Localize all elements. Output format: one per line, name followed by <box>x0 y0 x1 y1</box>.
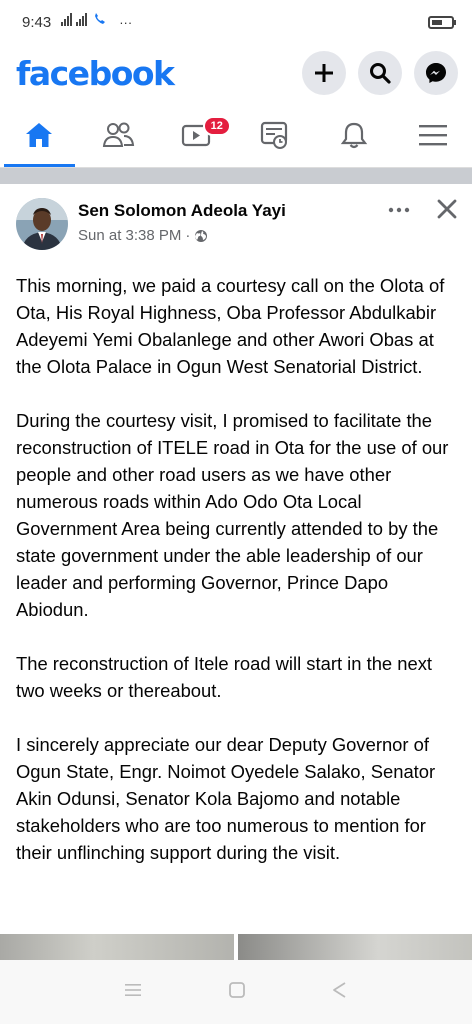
watch-badge: 12 <box>202 116 231 136</box>
news-feed-icon <box>261 121 288 149</box>
hamburger-menu-icon <box>418 124 447 145</box>
post-photos <box>0 934 472 960</box>
post-paragraph: I sincerely appreciate our dear Deputy G… <box>16 734 436 863</box>
author-name[interactable]: Sen Solomon Adeola Yayi <box>78 201 286 221</box>
feed-separator <box>0 168 472 184</box>
bell-icon <box>340 122 368 148</box>
system-nav-bar <box>0 960 472 1024</box>
back-icon[interactable] <box>331 981 349 1004</box>
recents-icon[interactable] <box>123 981 143 1004</box>
home-button-icon[interactable] <box>228 981 246 1004</box>
post-options-icon[interactable] <box>388 198 410 254</box>
plus-icon <box>315 64 333 82</box>
tab-watch[interactable]: 12 <box>157 102 236 167</box>
post-paragraph: During the courtesy visit, I promised to… <box>16 410 449 620</box>
tab-friends[interactable] <box>79 102 158 167</box>
clock: 9:43 <box>22 13 52 31</box>
post-header: Sen Solomon Adeola Yayi Sun at 3:38 PM · <box>16 198 458 254</box>
meta-separator: · <box>185 227 191 244</box>
globe-icon <box>195 229 208 242</box>
status-bar: 9:43 ··· <box>0 0 472 44</box>
author-avatar[interactable] <box>16 198 68 250</box>
facebook-logo[interactable]: facebook <box>16 54 175 93</box>
home-icon <box>26 122 53 147</box>
post-photo[interactable] <box>0 934 234 960</box>
friends-icon <box>102 122 135 147</box>
post-photo[interactable] <box>238 934 472 960</box>
close-icon[interactable] <box>436 198 458 254</box>
post-card: Sen Solomon Adeola Yayi Sun at 3:38 PM ·… <box>0 184 472 934</box>
battery-icon <box>428 15 456 29</box>
status-overflow: ··· <box>119 14 133 30</box>
top-bar: facebook <box>0 44 472 102</box>
create-button[interactable] <box>302 51 346 95</box>
signal-icon <box>59 13 111 31</box>
messenger-button[interactable] <box>414 51 458 95</box>
messenger-icon <box>426 63 446 83</box>
post-timestamp[interactable]: Sun at 3:38 PM <box>78 227 181 244</box>
search-button[interactable] <box>358 51 402 95</box>
tab-notifications[interactable] <box>315 102 394 167</box>
tab-marketplace[interactable] <box>236 102 315 167</box>
post-text: This morning, we paid a courtesy call on… <box>16 272 462 893</box>
tab-home[interactable] <box>0 102 79 167</box>
post-paragraph: The reconstruction of Itele road will st… <box>16 653 433 701</box>
tab-menu[interactable] <box>393 102 472 167</box>
post-paragraph: This morning, we paid a courtesy call on… <box>16 275 445 377</box>
search-icon <box>370 63 391 84</box>
main-nav: 12 <box>0 102 472 168</box>
